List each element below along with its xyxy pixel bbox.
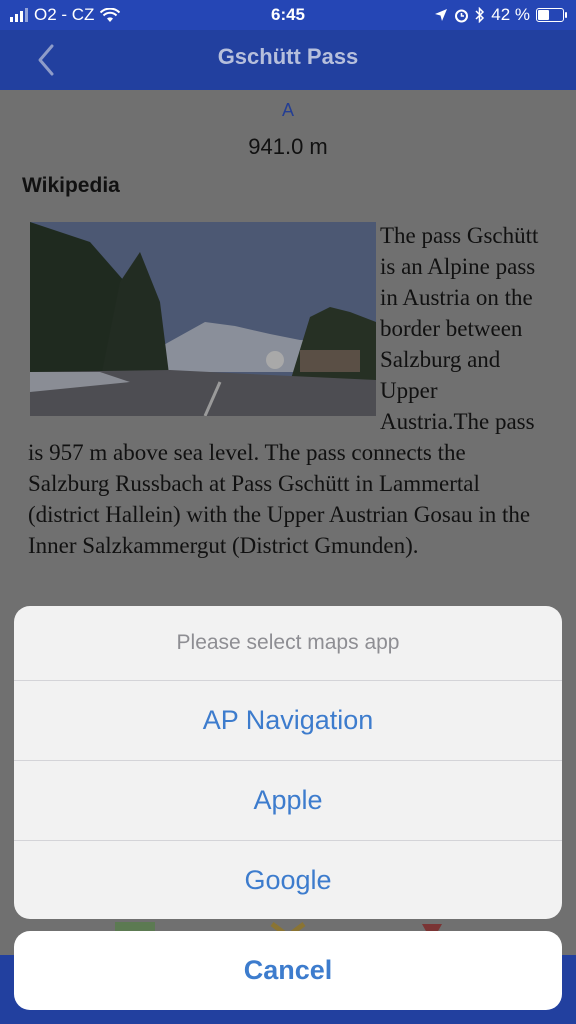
battery-percent: 42 %: [491, 5, 530, 24]
marker-letter: A: [281, 100, 294, 120]
cancel-button[interactable]: Cancel: [14, 931, 562, 1010]
location-arrow-icon: [435, 9, 448, 21]
elevation-value: 941.0 m: [248, 134, 328, 159]
maps-app-action-sheet: Please select maps app AP Navigation App…: [14, 606, 562, 919]
bluetooth-icon: [475, 7, 485, 23]
wikipedia-heading: Wikipedia: [22, 174, 120, 197]
wikipedia-article: The pass Gschütt is an Alpine pass in Au…: [28, 220, 548, 561]
status-bar: O2 - CZ 6:45 42 %: [0, 0, 576, 30]
pass-photo: [30, 222, 376, 416]
option-ap-navigation-button[interactable]: AP Navigation: [14, 681, 562, 761]
page-title: Gschütt Pass: [217, 44, 359, 69]
battery-icon: [536, 8, 567, 22]
navigation-bar: Gschütt Pass: [0, 30, 576, 90]
option-apple-maps-button[interactable]: Apple: [14, 761, 562, 841]
alarm-clock-icon: [455, 9, 469, 22]
action-sheet-title: Please select maps app: [14, 606, 562, 681]
status-right: 42 %: [434, 5, 567, 25]
option-google-maps-button[interactable]: Google: [14, 841, 562, 919]
